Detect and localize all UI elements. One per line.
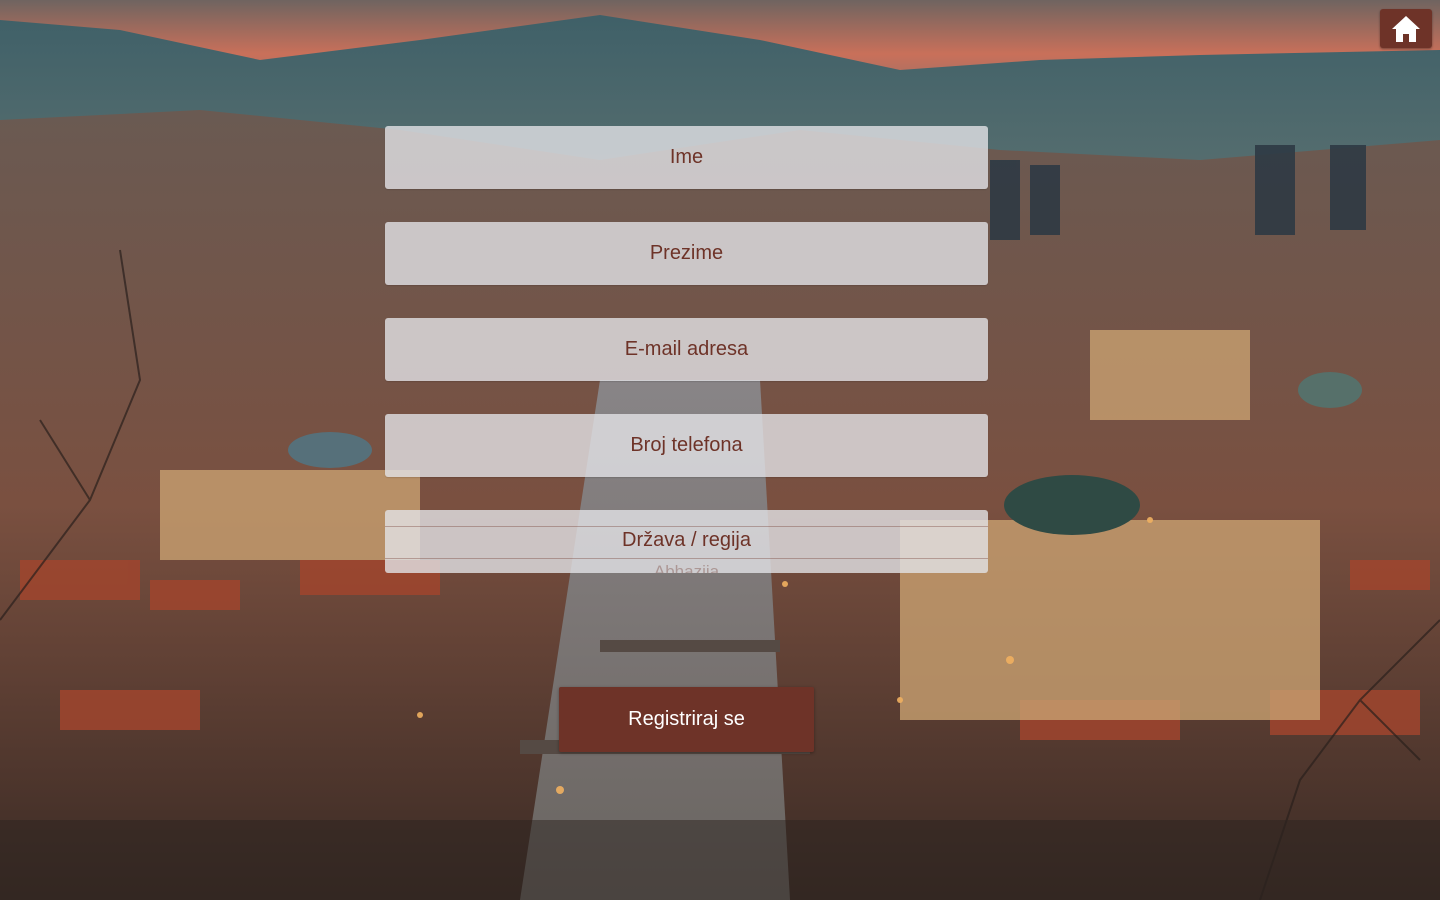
country-select[interactable]: Država / regija Abhazija	[385, 510, 988, 573]
country-next-option[interactable]: Abhazija	[385, 562, 988, 573]
home-button[interactable]	[1380, 9, 1432, 48]
country-selected-option[interactable]: Država / regija	[385, 527, 988, 553]
email-input[interactable]	[385, 317, 988, 382]
first-name-input[interactable]	[385, 125, 988, 190]
phone-field[interactable]	[385, 413, 988, 478]
home-icon	[1392, 15, 1420, 42]
email-field[interactable]	[385, 317, 988, 382]
register-button[interactable]: Registriraj se	[559, 687, 814, 752]
select-divider-bottom	[385, 558, 988, 559]
last-name-field[interactable]	[385, 221, 988, 286]
last-name-input[interactable]	[385, 221, 988, 286]
phone-input[interactable]	[385, 413, 988, 478]
first-name-field[interactable]	[385, 125, 988, 190]
